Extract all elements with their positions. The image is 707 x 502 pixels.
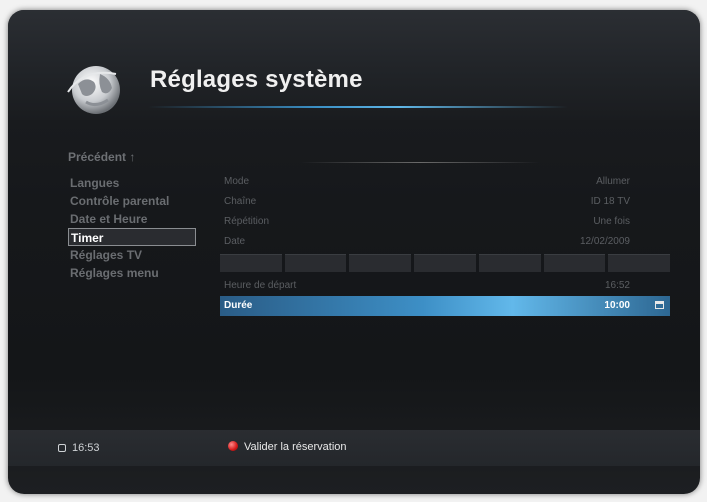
- row-value: 10:00: [604, 300, 630, 311]
- globe-logo-icon: [64, 58, 128, 118]
- divider: [300, 162, 540, 163]
- header: Réglages système: [8, 10, 700, 120]
- back-label: Précédent: [68, 150, 127, 164]
- row-label: Mode: [224, 176, 250, 187]
- timer-row-duree[interactable]: Durée 10:00: [220, 296, 670, 316]
- clock: 16:53: [58, 442, 100, 454]
- timer-row-mode[interactable]: Mode Allumer: [220, 172, 670, 192]
- day-cell[interactable]: [284, 254, 347, 272]
- red-button-icon: [228, 441, 238, 451]
- row-label: Durée: [224, 300, 253, 311]
- day-cell[interactable]: [478, 254, 541, 272]
- settings-menu: Précédent ↑ Langues Contrôle parental Da…: [68, 150, 208, 282]
- menu-item-reglages-menu[interactable]: Réglages menu: [68, 264, 208, 282]
- status-bar: 16:53 Valider la réservation: [8, 430, 700, 466]
- menu-item-langues[interactable]: Langues: [68, 174, 208, 192]
- menu-item-timer[interactable]: Timer: [68, 228, 196, 246]
- weekday-selector[interactable]: [220, 254, 671, 272]
- back-arrow-icon: ↑: [129, 150, 136, 164]
- validate-reservation-hint[interactable]: Valider la réservation: [228, 441, 347, 453]
- menu-item-reglages-tv[interactable]: Réglages TV: [68, 246, 208, 264]
- header-accent-line: [148, 106, 568, 108]
- timer-settings-panel: Mode Allumer Chaîne ID 18 TV Répétition …: [220, 162, 671, 316]
- clock-time: 16:53: [72, 442, 100, 454]
- day-cell[interactable]: [220, 254, 282, 272]
- row-label: Date: [224, 236, 246, 247]
- row-value: 16:52: [604, 280, 630, 291]
- row-value: Allumer: [596, 176, 630, 187]
- row-label: Chaîne: [224, 196, 257, 207]
- tv-screen: Réglages système Précédent ↑ Langues Con…: [8, 10, 700, 494]
- back-button[interactable]: Précédent ↑: [68, 150, 208, 164]
- calendar-icon[interactable]: [655, 301, 664, 309]
- day-cell[interactable]: [608, 254, 671, 272]
- row-value: ID 18 TV: [590, 196, 630, 207]
- timer-row-chaine[interactable]: Chaîne ID 18 TV: [220, 192, 670, 212]
- row-value: Une fois: [593, 216, 630, 227]
- day-cell[interactable]: [349, 254, 412, 272]
- row-value: 12/02/2009: [579, 236, 630, 247]
- menu-item-controle-parental[interactable]: Contrôle parental: [68, 192, 208, 210]
- page-title: Réglages système: [150, 66, 363, 93]
- action-label: Valider la réservation: [244, 441, 347, 453]
- row-label: Heure de départ: [224, 280, 297, 291]
- day-cell[interactable]: [543, 254, 606, 272]
- day-cell[interactable]: [414, 254, 476, 272]
- timer-row-heure-depart[interactable]: Heure de départ 16:52: [220, 276, 670, 296]
- menu-item-date-heure[interactable]: Date et Heure: [68, 210, 208, 228]
- row-label: Répétition: [224, 216, 270, 227]
- clock-icon: [58, 444, 66, 452]
- timer-row-date[interactable]: Date 12/02/2009: [220, 232, 670, 252]
- timer-row-repetition[interactable]: Répétition Une fois: [220, 212, 670, 232]
